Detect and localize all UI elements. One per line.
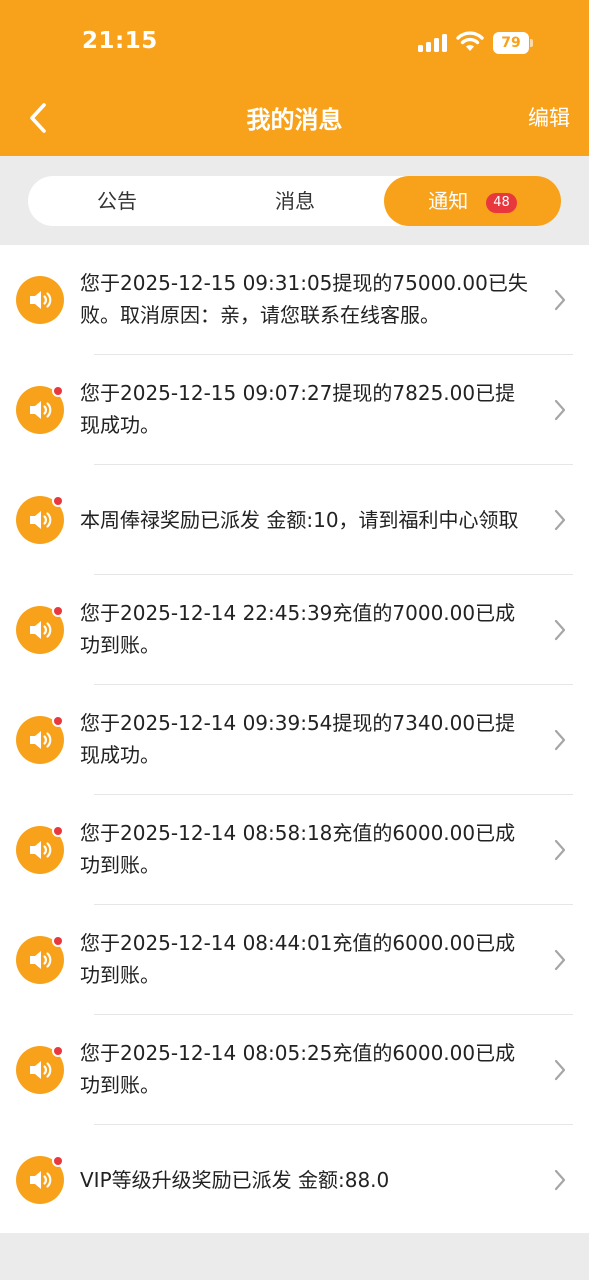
notification-icon-wrap: [16, 605, 64, 654]
notification-text: 您于2025-12-15 09:07:27提现的7825.00已提现成功。: [80, 381, 516, 437]
notification-icon-wrap: [16, 495, 64, 544]
status-bar: 21:15 79: [0, 0, 589, 88]
edit-button[interactable]: 编辑: [528, 102, 570, 132]
chevron-right-icon: [554, 1059, 566, 1081]
tab-messages[interactable]: 消息: [206, 176, 384, 226]
unread-dot: [52, 1045, 64, 1057]
unread-dot: [52, 715, 64, 727]
notification-item[interactable]: 本周俸禄奖励已派发 金额:10，请到福利中心领取: [0, 465, 589, 575]
notification-list: 您于2025-12-15 09:31:05提现的75000.00已失败。取消原因…: [0, 245, 589, 1233]
notification-item[interactable]: 您于2025-12-14 08:58:18充值的6000.00已成功到账。: [0, 795, 589, 905]
speaker-icon: [16, 276, 64, 324]
segmented-tabs: 公告 消息 通知 48: [28, 176, 561, 226]
chevron-right-icon: [554, 619, 566, 641]
chevron-right-icon: [554, 1169, 566, 1191]
unread-dot: [52, 385, 64, 397]
notification-text: 本周俸禄奖励已派发 金额:10，请到福利中心领取: [80, 508, 519, 532]
cellular-signal-icon: [418, 34, 448, 52]
notification-item[interactable]: 您于2025-12-15 09:07:27提现的7825.00已提现成功。: [0, 355, 589, 465]
notification-item[interactable]: 您于2025-12-14 22:45:39充值的7000.00已成功到账。: [0, 575, 589, 685]
unread-dot: [52, 935, 64, 947]
notification-icon-wrap: [16, 825, 64, 874]
page-title: 我的消息: [246, 106, 343, 134]
status-time: 21:15: [82, 28, 158, 54]
notification-icon-wrap: [16, 715, 64, 764]
notification-icon-wrap: [16, 276, 64, 324]
battery-level: 79: [493, 32, 529, 54]
notification-item[interactable]: 您于2025-12-15 09:31:05提现的75000.00已失败。取消原因…: [0, 245, 589, 355]
tab-area: 公告 消息 通知 48: [0, 156, 589, 245]
notification-item[interactable]: 您于2025-12-14 08:05:25充值的6000.00已成功到账。: [0, 1015, 589, 1125]
chevron-right-icon: [554, 729, 566, 751]
unread-dot: [52, 1155, 64, 1167]
notification-text: 您于2025-12-14 22:45:39充值的7000.00已成功到账。: [80, 601, 516, 657]
notification-text: 您于2025-12-14 09:39:54提现的7340.00已提现成功。: [80, 711, 516, 767]
notification-item[interactable]: VIP等级升级奖励已派发 金额:88.0: [0, 1125, 589, 1235]
notification-icon-wrap: [16, 935, 64, 984]
wifi-icon: [456, 31, 484, 51]
unread-dot: [52, 605, 64, 617]
list-footer-background: [0, 1233, 589, 1280]
notification-icon-wrap: [16, 1045, 64, 1094]
tab-label: 通知: [428, 189, 469, 213]
app-header: 21:15 79 我的消息 编辑: [0, 0, 589, 156]
notification-text: VIP等级升级奖励已派发 金额:88.0: [80, 1168, 390, 1192]
notification-item[interactable]: 您于2025-12-14 09:39:54提现的7340.00已提现成功。: [0, 685, 589, 795]
tab-label: 消息: [275, 189, 315, 213]
chevron-right-icon: [554, 399, 566, 421]
notification-text: 您于2025-12-14 08:44:01充值的6000.00已成功到账。: [80, 931, 516, 987]
unread-dot: [52, 495, 64, 507]
battery-icon: 79: [493, 32, 533, 54]
chevron-right-icon: [554, 839, 566, 861]
unread-dot: [52, 825, 64, 837]
notification-text: 您于2025-12-15 09:31:05提现的75000.00已失败。取消原因…: [80, 271, 528, 327]
tab-notifications[interactable]: 通知 48: [384, 176, 561, 226]
chevron-right-icon: [554, 289, 566, 311]
notification-text: 您于2025-12-14 08:58:18充值的6000.00已成功到账。: [80, 821, 516, 877]
chevron-right-icon: [554, 509, 566, 531]
unread-count-badge: 48: [486, 193, 517, 213]
chevron-right-icon: [554, 949, 566, 971]
notification-item[interactable]: 您于2025-12-14 08:44:01充值的6000.00已成功到账。: [0, 905, 589, 1015]
tab-label: 公告: [97, 189, 137, 213]
notification-icon-wrap: [16, 1155, 64, 1204]
notification-text: 您于2025-12-14 08:05:25充值的6000.00已成功到账。: [80, 1041, 516, 1097]
notification-icon-wrap: [16, 385, 64, 434]
tab-announcements[interactable]: 公告: [28, 176, 206, 226]
nav-bar: 我的消息 编辑: [0, 88, 589, 156]
